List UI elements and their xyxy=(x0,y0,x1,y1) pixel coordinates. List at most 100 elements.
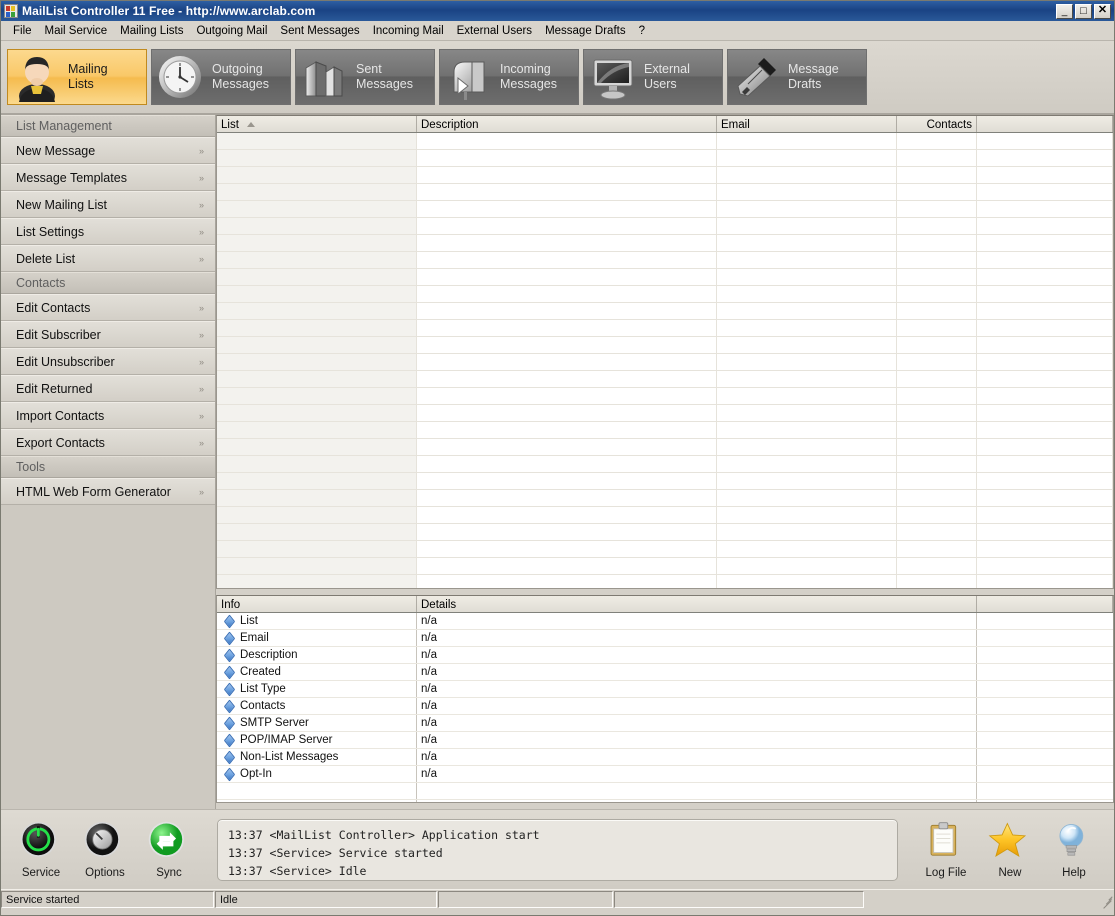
table-row[interactable] xyxy=(217,473,1113,490)
menu-item-message-drafts[interactable]: Message Drafts xyxy=(539,23,633,39)
info-row[interactable]: POP/IMAP Servern/a xyxy=(217,732,1113,749)
table-row[interactable] xyxy=(217,218,1113,235)
info-row[interactable]: Descriptionn/a xyxy=(217,647,1113,664)
sidebar-item-edit-contacts[interactable]: Edit Contacts» xyxy=(1,294,215,321)
table-cell xyxy=(977,439,1113,455)
column-header-label: Email xyxy=(721,119,750,131)
toolbar-button-sent-messages[interactable]: Sent Messages xyxy=(295,49,435,105)
details-column-header[interactable]: Details xyxy=(417,596,977,612)
menu-item-[interactable]: ? xyxy=(633,23,652,39)
table-row[interactable] xyxy=(217,575,1113,589)
bottom-button-options[interactable]: Options xyxy=(73,820,137,879)
sidebar-item-edit-returned[interactable]: Edit Returned» xyxy=(1,375,215,402)
sidebar-item-export-contacts[interactable]: Export Contacts» xyxy=(1,429,215,456)
table-row[interactable] xyxy=(217,354,1113,371)
table-cell xyxy=(217,422,417,438)
bottom-button-new[interactable]: New xyxy=(978,820,1042,879)
table-row[interactable] xyxy=(217,422,1113,439)
bottom-button-help[interactable]: Help xyxy=(1042,820,1106,879)
chevron-right-icon: » xyxy=(199,487,205,497)
details-cell: n/a xyxy=(417,766,977,782)
toolbar-button-external-users[interactable]: External Users xyxy=(583,49,723,105)
toolbar-button-message-drafts[interactable]: Message Drafts xyxy=(727,49,867,105)
column-header-contacts[interactable]: Contacts xyxy=(897,116,977,132)
column-header-email[interactable]: Email xyxy=(717,116,897,132)
table-row[interactable] xyxy=(217,541,1113,558)
info-column-header[interactable]: Info xyxy=(217,596,417,612)
info-row[interactable]: SMTP Servern/a xyxy=(217,715,1113,732)
sidebar-item-import-contacts[interactable]: Import Contacts» xyxy=(1,402,215,429)
table-cell xyxy=(977,269,1113,285)
sidebar-item-new-mailing-list[interactable]: New Mailing List» xyxy=(1,191,215,218)
table-cell xyxy=(717,286,897,302)
table-row[interactable] xyxy=(217,405,1113,422)
log-output-panel[interactable]: 13:37 <MailList Controller> Application … xyxy=(217,819,898,881)
sidebar-item-message-templates[interactable]: Message Templates» xyxy=(1,164,215,191)
resize-grip-icon[interactable] xyxy=(1098,892,1114,908)
chevron-right-icon: » xyxy=(199,227,205,237)
menu-item-mail-service[interactable]: Mail Service xyxy=(39,23,115,39)
table-row[interactable] xyxy=(217,371,1113,388)
toolbar-button-outgoing-messages[interactable]: Outgoing Messages xyxy=(151,49,291,105)
info-row[interactable]: Opt-Inn/a xyxy=(217,766,1113,783)
menu-item-file[interactable]: File xyxy=(7,23,39,39)
table-row[interactable] xyxy=(217,235,1113,252)
table-row[interactable] xyxy=(217,456,1113,473)
table-row[interactable] xyxy=(217,524,1113,541)
table-row[interactable] xyxy=(217,133,1113,150)
table-row[interactable] xyxy=(217,320,1113,337)
table-cell xyxy=(717,541,897,557)
mailing-lists-grid[interactable]: ListDescription Email Contacts xyxy=(216,115,1114,589)
sidebar-section-list-management: List Management xyxy=(1,115,215,137)
info-row[interactable]: Emailn/a xyxy=(217,630,1113,647)
table-row[interactable] xyxy=(217,303,1113,320)
sidebar-item-html-web-form-generator[interactable]: HTML Web Form Generator» xyxy=(1,478,215,505)
bottom-button-log-file[interactable]: Log File xyxy=(914,820,978,879)
column-header-filler[interactable] xyxy=(977,116,1113,132)
table-row[interactable] xyxy=(217,507,1113,524)
table-row[interactable] xyxy=(217,150,1113,167)
table-cell xyxy=(417,371,717,387)
table-row[interactable] xyxy=(217,490,1113,507)
sidebar-item-list-settings[interactable]: List Settings» xyxy=(1,218,215,245)
sidebar-item-edit-unsubscriber[interactable]: Edit Unsubscriber» xyxy=(1,348,215,375)
table-cell xyxy=(717,218,897,234)
menu-item-external-users[interactable]: External Users xyxy=(451,23,539,39)
column-header-description[interactable]: Description xyxy=(417,116,717,132)
toolbar-button-mailing-lists[interactable]: Mailing Lists xyxy=(7,49,147,105)
column-header-list[interactable]: List xyxy=(217,116,417,132)
sidebar-item-edit-subscriber[interactable]: Edit Subscriber» xyxy=(1,321,215,348)
close-button[interactable]: ✕ xyxy=(1094,4,1111,19)
table-row[interactable] xyxy=(217,388,1113,405)
table-row[interactable] xyxy=(217,269,1113,286)
table-cell xyxy=(977,558,1113,574)
table-row[interactable] xyxy=(217,201,1113,218)
info-row[interactable]: Listn/a xyxy=(217,613,1113,630)
info-row[interactable]: List Typen/a xyxy=(217,681,1113,698)
info-row[interactable]: Non-List Messagesn/a xyxy=(217,749,1113,766)
info-row[interactable]: Contactsn/a xyxy=(217,698,1113,715)
table-cell xyxy=(217,575,417,589)
menu-item-incoming-mail[interactable]: Incoming Mail xyxy=(367,23,451,39)
mailing-lists-grid-rows[interactable] xyxy=(217,133,1113,589)
sidebar-item-delete-list[interactable]: Delete List» xyxy=(1,245,215,272)
menu-item-outgoing-mail[interactable]: Outgoing Mail xyxy=(190,23,274,39)
table-cell xyxy=(897,133,977,149)
info-row[interactable]: Createdn/a xyxy=(217,664,1113,681)
maximize-button[interactable]: □ xyxy=(1075,4,1092,19)
sidebar-item-new-message[interactable]: New Message» xyxy=(1,137,215,164)
minimize-button[interactable]: _ xyxy=(1056,4,1073,19)
table-row[interactable] xyxy=(217,252,1113,269)
menu-item-sent-messages[interactable]: Sent Messages xyxy=(274,23,366,39)
toolbar-button-incoming-messages[interactable]: Incoming Messages xyxy=(439,49,579,105)
table-row[interactable] xyxy=(217,439,1113,456)
table-row[interactable] xyxy=(217,184,1113,201)
table-row[interactable] xyxy=(217,337,1113,354)
table-row[interactable] xyxy=(217,167,1113,184)
bottom-button-sync[interactable]: Sync xyxy=(137,820,201,879)
table-row[interactable] xyxy=(217,286,1113,303)
table-row[interactable] xyxy=(217,558,1113,575)
menu-item-mailing-lists[interactable]: Mailing Lists xyxy=(114,23,190,39)
bottom-button-service[interactable]: Service xyxy=(9,820,73,879)
info-details-grid[interactable]: Info Details Listn/aEmailn/aDescriptionn… xyxy=(216,595,1114,803)
